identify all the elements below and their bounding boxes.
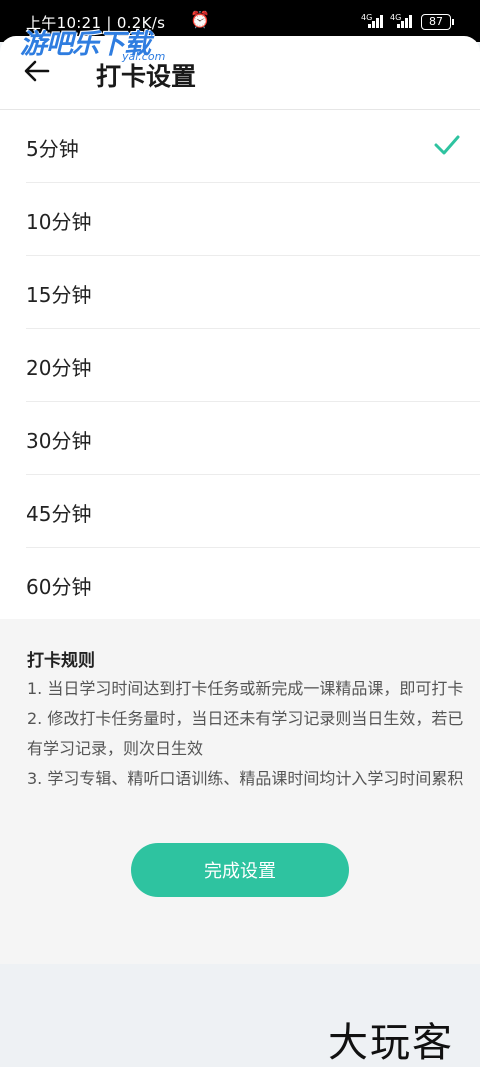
- option-45-min[interactable]: 45分钟: [26, 475, 480, 548]
- rule-item: 1. 当日学习时间达到打卡任务或新完成一课精品课，即可打卡: [27, 679, 464, 698]
- back-arrow-icon[interactable]: [24, 58, 50, 84]
- option-15-min[interactable]: 15分钟: [26, 256, 480, 329]
- finish-settings-button[interactable]: 完成设置: [131, 843, 349, 897]
- signal-bars-icon: [368, 13, 388, 28]
- rules-title: 打卡规则: [27, 651, 95, 671]
- option-60-min[interactable]: 60分钟: [26, 548, 480, 621]
- rule-item: 2. 修改打卡任务量时，当日还未有学习记录则当日生效，若已有学习记录，则次日生效: [27, 709, 464, 758]
- duration-options-list: 5分钟 10分钟 15分钟 20分钟 30分钟 45分钟 60分钟: [0, 110, 480, 621]
- option-label: 10分钟: [26, 210, 92, 234]
- battery-icon: 87: [421, 14, 454, 30]
- option-30-min[interactable]: 30分钟: [26, 402, 480, 475]
- option-5-min[interactable]: 5分钟: [26, 110, 480, 183]
- watermark-sub: yal.com: [122, 50, 166, 63]
- option-label: 15分钟: [26, 283, 92, 307]
- option-label: 5分钟: [26, 137, 79, 161]
- option-label: 20分钟: [26, 356, 92, 380]
- option-label: 60分钟: [26, 575, 92, 599]
- rule-item: 3. 学习专辑、精听口语训练、精品课时间均计入学习时间累积: [27, 769, 464, 788]
- footer-watermark: 大玩客: [328, 1020, 454, 1066]
- check-in-rules: 打卡规则 1. 当日学习时间达到打卡任务或新完成一课精品课，即可打卡 2. 修改…: [0, 619, 480, 964]
- option-10-min[interactable]: 10分钟: [26, 183, 480, 256]
- alarm-icon: ⏰: [190, 10, 210, 29]
- signal-bars-icon-2: [397, 13, 417, 28]
- option-20-min[interactable]: 20分钟: [26, 329, 480, 402]
- check-icon: [434, 135, 460, 155]
- option-label: 45分钟: [26, 502, 92, 526]
- rules-text: 1. 当日学习时间达到打卡任务或新完成一课精品课，即可打卡 2. 修改打卡任务量…: [27, 674, 467, 794]
- option-label: 30分钟: [26, 429, 92, 453]
- settings-sheet: 打卡设置 5分钟 10分钟 15分钟 20分钟 30分钟 45分钟 60分钟 打…: [0, 36, 480, 964]
